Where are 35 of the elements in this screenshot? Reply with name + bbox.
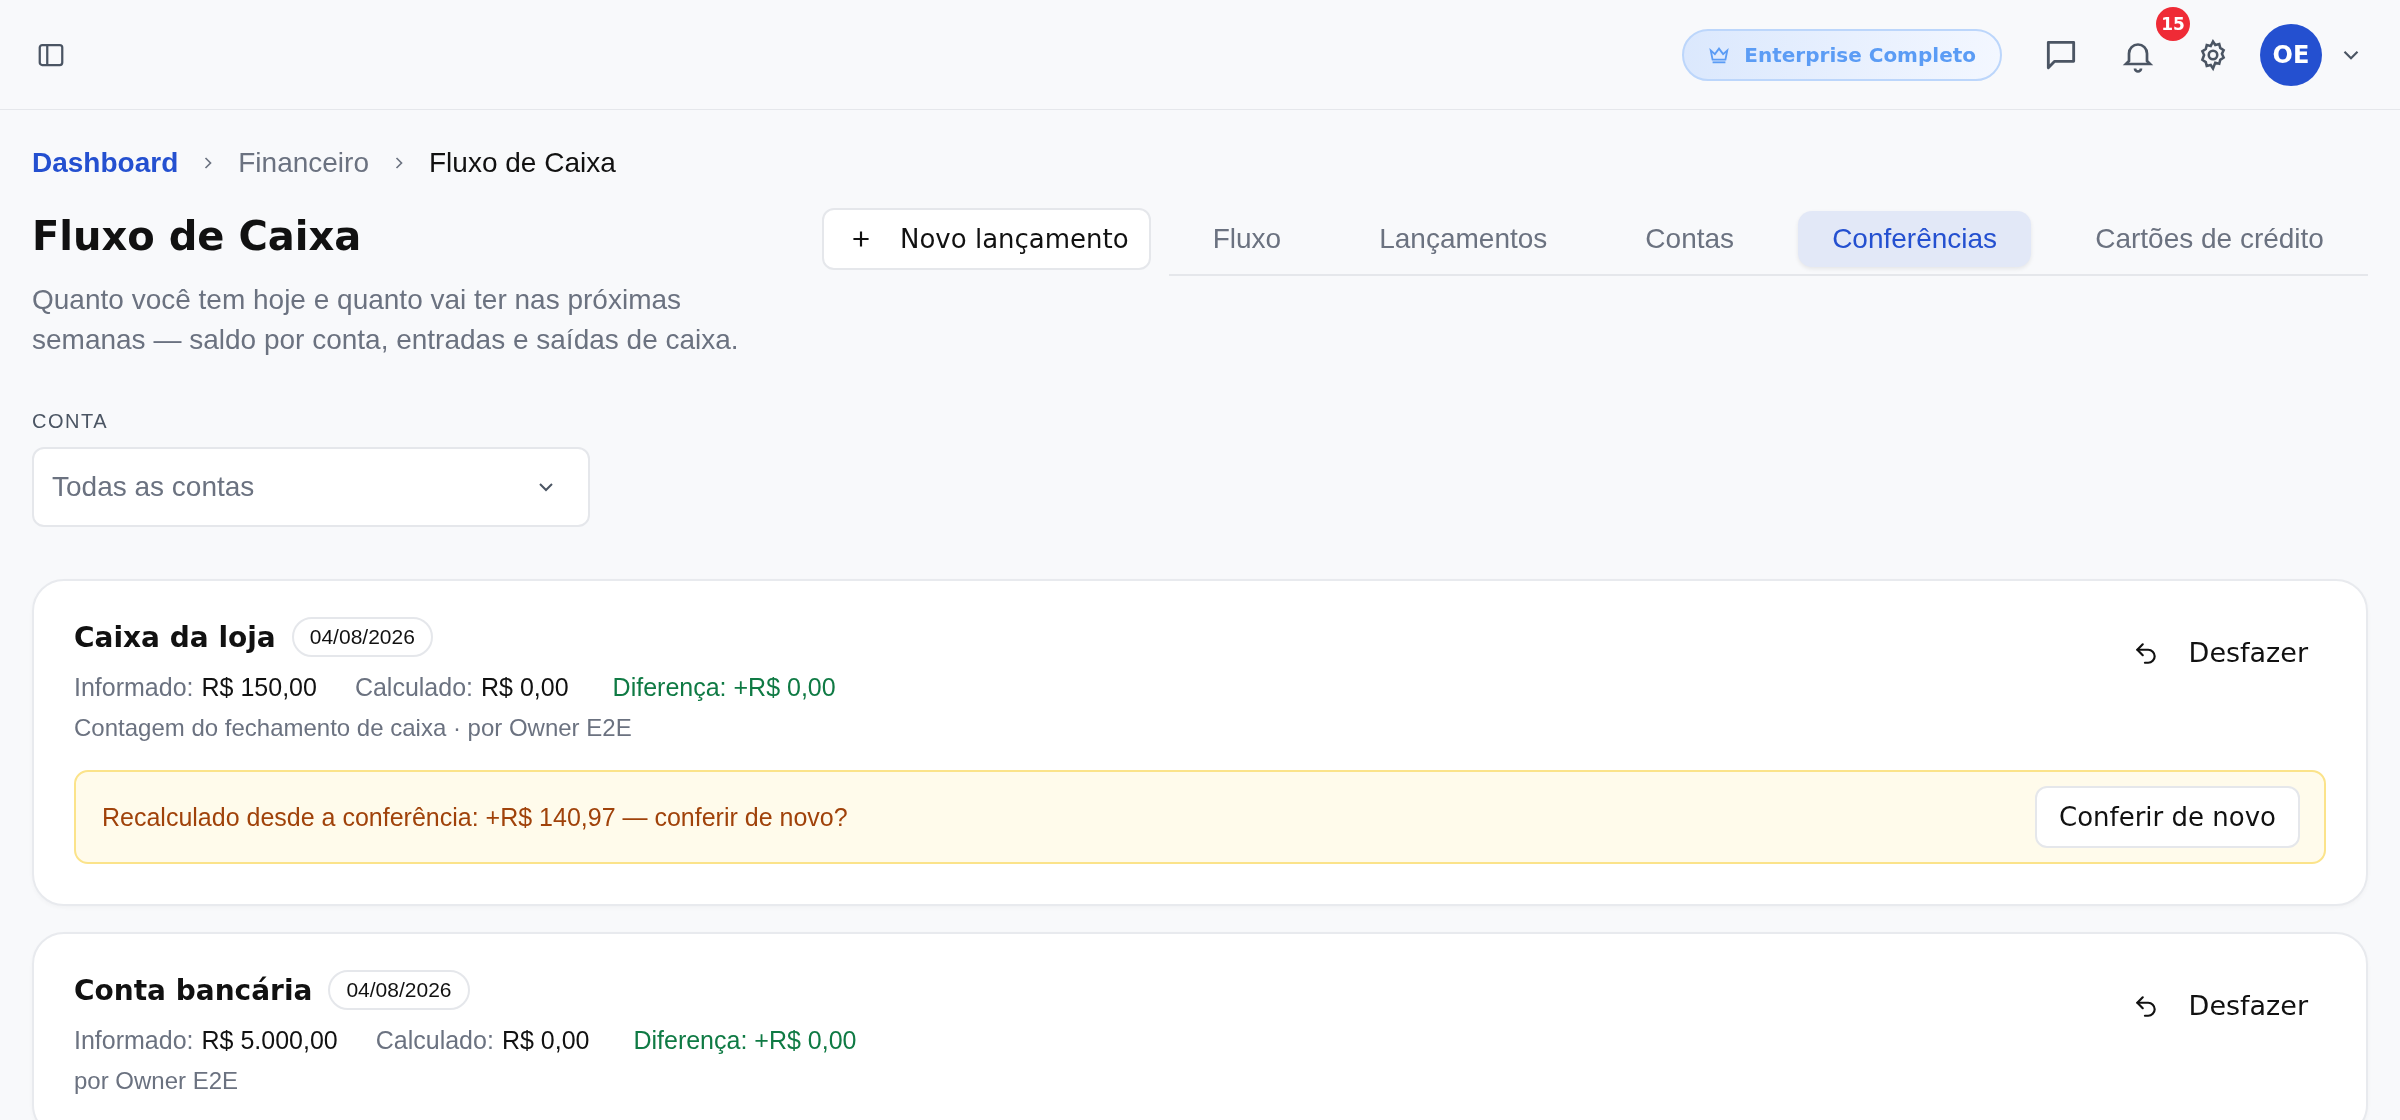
recheck-button[interactable]: Conferir de novo (2035, 786, 2300, 848)
tab[interactable]: Lançamentos (1345, 211, 1582, 267)
calculated-value: R$ 0,00 (501, 1026, 590, 1055)
calculated-label: Calculado: (375, 1026, 494, 1055)
account-select[interactable]: Todas as contas (32, 447, 590, 527)
warning-text: Recalculado desde a conferência: +R$ 140,97 — conferir de novo? (102, 802, 848, 832)
difference-text: Diferença: +R$ 0,00 (633, 1026, 857, 1055)
calculated-label: Calculado: (354, 673, 474, 702)
tab[interactable]: Conferências (1798, 211, 2032, 267)
calculated-value: R$ 0,00 (481, 673, 569, 702)
account-name: Conta bancária (74, 973, 313, 1007)
tab[interactable]: Fluxo (1178, 211, 1316, 267)
filter-label: CONTA (32, 410, 109, 433)
user-avatar[interactable]: OE (2260, 23, 2322, 86)
tab[interactable]: Cartões de crédito (2061, 211, 2358, 267)
card-note: por Owner E2E (74, 1067, 240, 1095)
undo-button[interactable]: Desfazer (2114, 637, 2326, 668)
breadcrumb-item: Fluxo de Caixa (429, 147, 616, 179)
informed-value: R$ 5.000,00 (201, 1026, 338, 1055)
difference-text: Diferença: +R$ 0,00 (612, 673, 836, 702)
informed-value: R$ 150,00 (201, 673, 317, 702)
page-title: Fluxo de Caixa (32, 212, 363, 261)
breadcrumb-item[interactable]: Dashboard (32, 147, 179, 179)
card-note: Contagem do fechamento de caixa · por Owner E2E (74, 714, 633, 742)
notification-count: 15 (2156, 6, 2190, 41)
informed-label: Informado: (74, 673, 194, 702)
date-badge: 04/08/2026 (328, 970, 470, 1010)
breadcrumb-item: Financeiro (238, 147, 369, 179)
page-description: Quanto você tem hoje e quanto vai ter nas próximas semanas — saldo por conta, entradas e saídas de caixa. (32, 283, 740, 357)
undo-button[interactable]: Desfazer (2114, 990, 2326, 1021)
informed-label: Informado: (74, 1026, 194, 1055)
tab[interactable]: Contas (1611, 211, 1769, 267)
new-entry-button[interactable]: Novo lançamento (822, 208, 1151, 270)
account-name: Caixa da loja (74, 620, 276, 654)
date-badge: 04/08/2026 (291, 617, 433, 657)
